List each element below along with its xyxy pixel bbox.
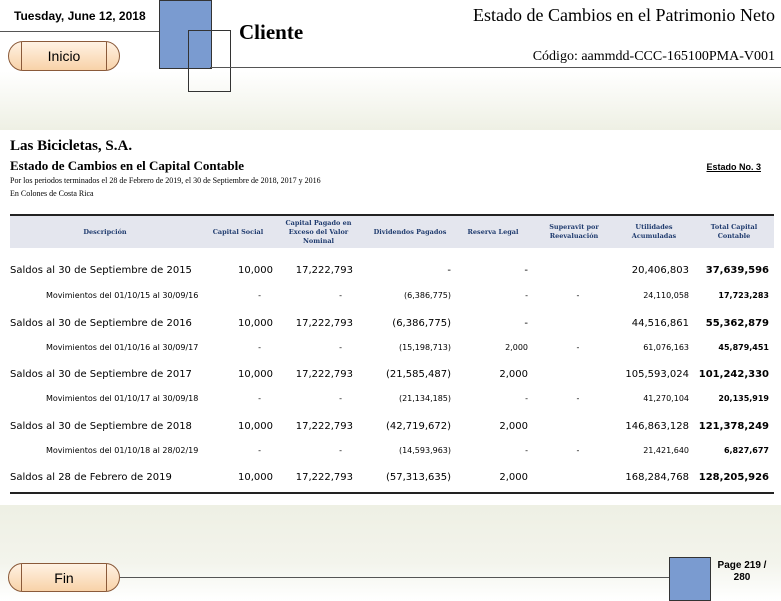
report-title: Estado de Cambios en el Patrimonio Neto bbox=[473, 5, 775, 25]
balance-row: Saldos al 28 de Febrero de 2019 10,000 17,… bbox=[10, 472, 774, 486]
row-total: 55,362,879 bbox=[705, 318, 769, 329]
col-reserva: Reserva Legal bbox=[467, 227, 519, 236]
row-total: 128,205,926 bbox=[698, 472, 769, 483]
row-total: 101,242,330 bbox=[698, 369, 769, 380]
table-bottom-rule bbox=[10, 492, 774, 494]
page-number: Page 219 / bbox=[717, 560, 767, 571]
row-reserva: - bbox=[524, 318, 528, 329]
row-total: 6,827,677 bbox=[723, 446, 769, 455]
row-total: 20,135,919 bbox=[718, 394, 769, 403]
client-title: Cliente bbox=[239, 20, 304, 44]
footer-background bbox=[0, 505, 781, 601]
footer-blue-square bbox=[669, 557, 711, 601]
row-capital-pagado: - bbox=[339, 343, 342, 352]
footer-rule bbox=[120, 577, 669, 578]
end-button-label: Fin bbox=[54, 569, 74, 586]
movement-row: Movimientos del 01/10/18 al 28/02/19- - (1… bbox=[10, 446, 774, 460]
statement-number: Estado No. 3 bbox=[706, 162, 761, 172]
statement-period: Por los periodos terminados el 28 de Feb… bbox=[10, 176, 321, 185]
col-total: Total Capital Contable bbox=[710, 223, 758, 240]
col-dividendos: Dividendos Pagados bbox=[373, 227, 447, 236]
header-rule-left bbox=[0, 31, 159, 32]
row-total: 121,378,249 bbox=[698, 421, 769, 432]
row-total: 45,879,451 bbox=[718, 343, 769, 352]
row-total: 37,639,596 bbox=[705, 265, 769, 276]
row-reserva: - bbox=[525, 394, 528, 403]
statement-currency: En Colones de Costa Rica bbox=[10, 189, 94, 198]
col-utilidades: Utilidades Acumuladas bbox=[631, 223, 677, 240]
table-header: Descripción Capital Social Capital Pagad… bbox=[10, 214, 774, 248]
balance-row: Saldos al 30 de Septiembre de 2015 10,000… bbox=[10, 265, 774, 279]
row-total: 17,723,283 bbox=[718, 291, 769, 300]
end-button-left-tick bbox=[21, 564, 22, 591]
row-reserva: 2,000 bbox=[499, 369, 528, 380]
row-capital-pagado: - bbox=[339, 291, 342, 300]
col-descripcion: Descripción bbox=[83, 227, 127, 236]
start-button-label: Inicio bbox=[47, 48, 81, 64]
row-description: Saldos al 28 de Febrero de 2019 bbox=[10, 472, 172, 483]
row-reserva: - bbox=[525, 291, 528, 300]
start-button-left-tick bbox=[21, 42, 22, 70]
header-outline-square bbox=[188, 30, 231, 92]
header-rule-right bbox=[210, 67, 781, 68]
row-capital-pagado: - bbox=[339, 394, 342, 403]
movement-row: Movimientos del 01/10/16 al 30/09/17- - (1… bbox=[10, 343, 774, 357]
company-name: Las Bicicletas, S.A. bbox=[10, 138, 133, 154]
col-capital-pagado: Capital Pagado en Exceso del Valor Nomin… bbox=[285, 218, 352, 245]
balance-row: Saldos al 30 de Septiembre de 2017 10,000… bbox=[10, 369, 774, 383]
col-superavit: Superavit por Reevaluación bbox=[549, 223, 599, 240]
row-reserva: - bbox=[524, 265, 528, 276]
balance-row: Saldos al 30 de Septiembre de 2018 10,000… bbox=[10, 421, 774, 435]
row-reserva: 2,000 bbox=[505, 343, 528, 352]
movement-row: Movimientos del 01/10/17 al 30/09/18- - (2… bbox=[10, 394, 774, 408]
statement-title: Estado de Cambios en el Capital Contable bbox=[10, 158, 245, 173]
end-button-right-tick bbox=[106, 564, 107, 591]
report-date: Tuesday, June 12, 2018 bbox=[14, 9, 146, 23]
balance-row: Saldos al 30 de Septiembre de 2016 10,000… bbox=[10, 318, 774, 332]
page-indicator: Page 219 / 280 bbox=[711, 560, 773, 584]
row-reserva: - bbox=[525, 446, 528, 455]
start-button[interactable]: Inicio bbox=[8, 41, 120, 71]
row-reserva: 2,000 bbox=[499, 472, 528, 483]
col-capital-social: Capital Social bbox=[212, 227, 264, 236]
row-reserva: 2,000 bbox=[499, 421, 528, 432]
page-total: 280 bbox=[733, 572, 751, 583]
report-code: Código: aammdd-CCC-165100PMA-V001 bbox=[532, 49, 775, 64]
end-button[interactable]: Fin bbox=[8, 563, 120, 592]
movement-row: Movimientos del 01/10/15 al 30/09/16- - (6… bbox=[10, 291, 774, 305]
row-capital-pagado: - bbox=[339, 446, 342, 455]
start-button-right-tick bbox=[106, 42, 107, 70]
